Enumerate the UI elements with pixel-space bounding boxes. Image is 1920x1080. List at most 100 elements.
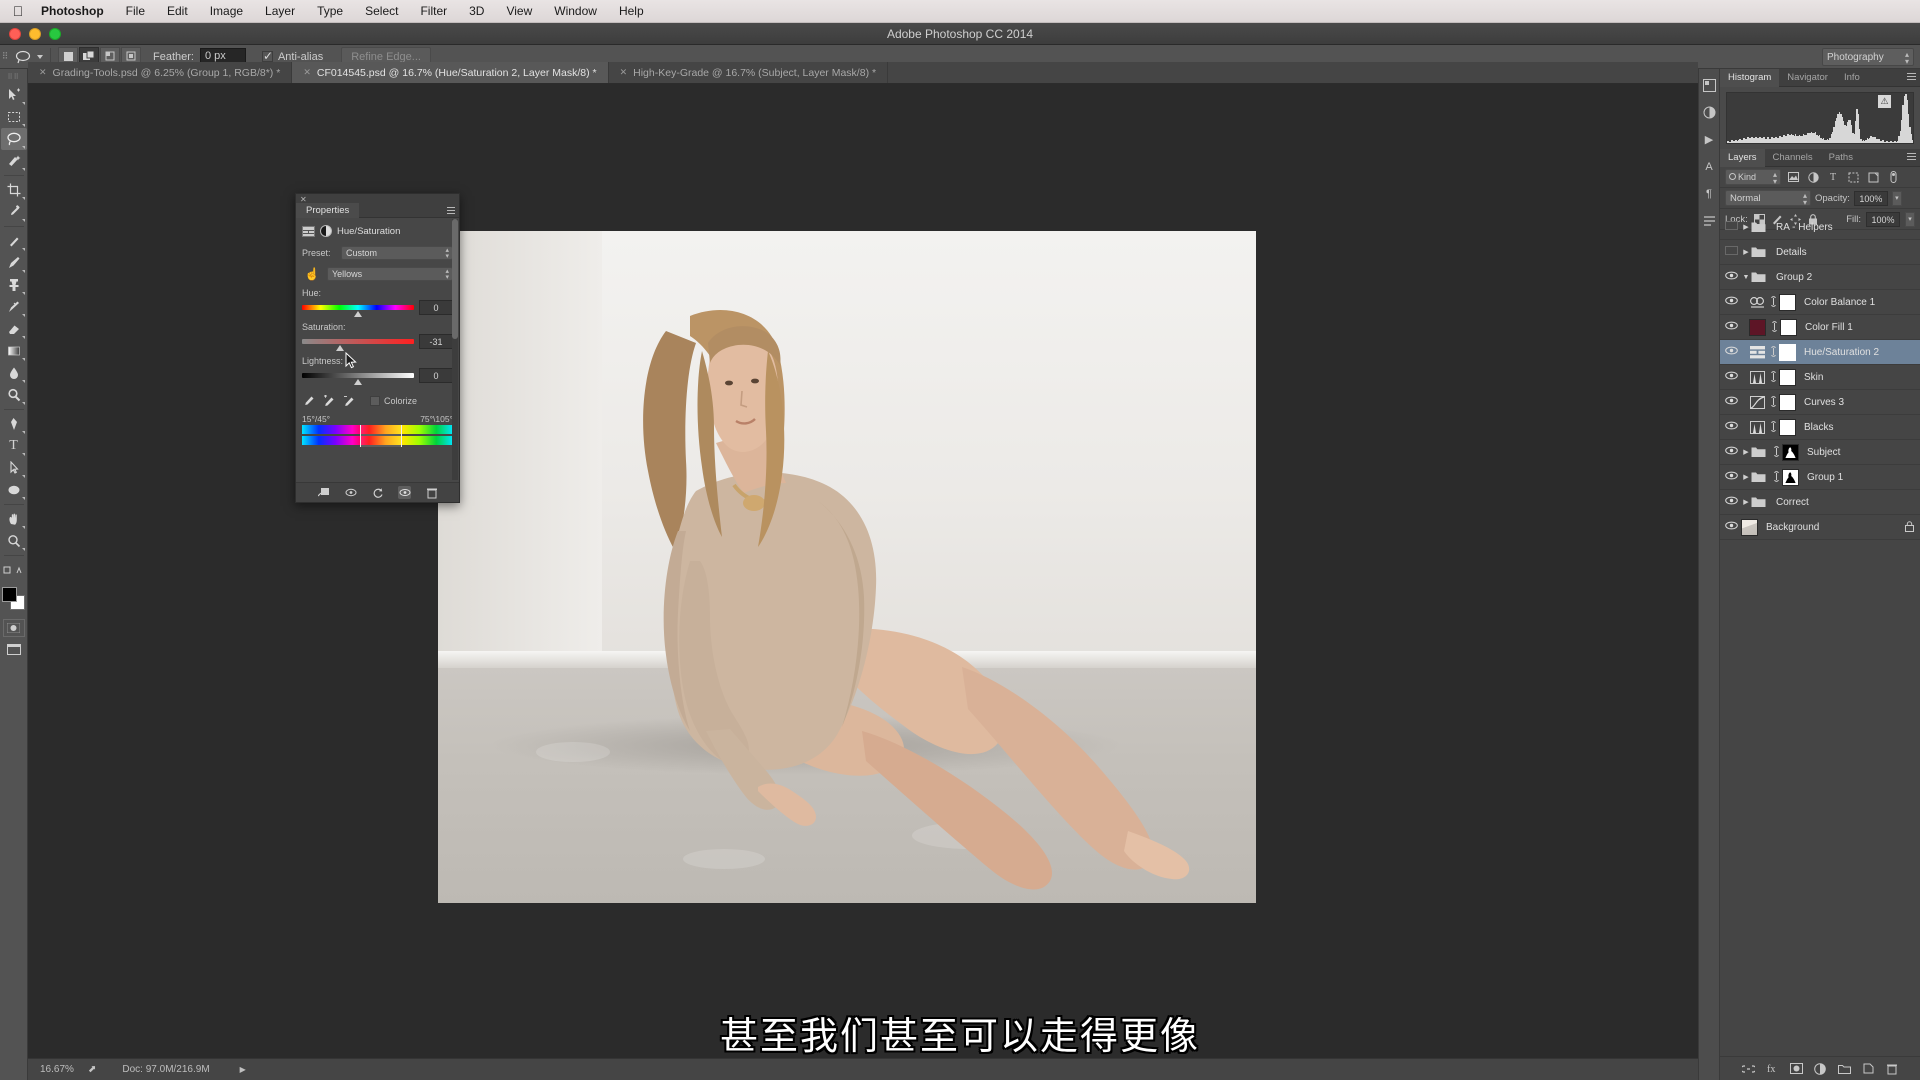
- opacity-stepper-icon[interactable]: ▾: [1892, 191, 1902, 206]
- menu-window[interactable]: Window: [543, 0, 608, 23]
- type-icon[interactable]: T: [1, 435, 27, 457]
- type-filter-icon[interactable]: T: [1825, 169, 1841, 185]
- gradient-icon[interactable]: [1, 340, 27, 362]
- saturation-slider-row[interactable]: -31: [302, 334, 453, 350]
- menu-image[interactable]: Image: [199, 0, 254, 23]
- visibility-off-icon[interactable]: [1722, 246, 1741, 258]
- layer-row[interactable]: ▶Details: [1720, 240, 1920, 265]
- menu-layer[interactable]: Layer: [254, 0, 306, 23]
- tab-properties[interactable]: Properties: [296, 203, 359, 218]
- eyedropper-subtract-icon[interactable]: [342, 394, 355, 407]
- saturation-slider-knob[interactable]: [336, 345, 344, 351]
- layer-list[interactable]: ▶RA - Helpers▶Details▼Group 2Color Balan…: [1720, 215, 1920, 1056]
- colorize-checkbox[interactable]: [370, 396, 380, 406]
- new-layer-icon[interactable]: [1861, 1062, 1875, 1076]
- dodge-icon[interactable]: [1, 384, 27, 406]
- shape-icon[interactable]: [1, 479, 27, 501]
- tab-layers[interactable]: Layers: [1720, 149, 1765, 167]
- menu-photoshop[interactable]: Photoshop: [30, 0, 115, 23]
- clip-to-layer-icon[interactable]: [317, 486, 330, 499]
- add-mask-icon[interactable]: [1789, 1062, 1803, 1076]
- channel-select[interactable]: Yellows ▴▾: [327, 267, 453, 281]
- link-mask-icon[interactable]: [1768, 421, 1779, 434]
- history-brush-icon[interactable]: [1, 296, 27, 318]
- layer-row[interactable]: ▶RA - Helpers: [1720, 215, 1920, 240]
- filter-toggle-icon[interactable]: [1885, 169, 1901, 185]
- lightness-slider-row[interactable]: 0: [302, 368, 453, 384]
- on-image-adjust-icon[interactable]: ☝: [302, 266, 322, 282]
- layer-row[interactable]: Background: [1720, 515, 1920, 540]
- character-panel-icon[interactable]: A: [1701, 158, 1718, 175]
- visibility-icon[interactable]: [1722, 446, 1741, 458]
- eyedropper-icon[interactable]: [1, 201, 27, 223]
- new-adjustment-icon[interactable]: [1813, 1062, 1827, 1076]
- layer-mask-thumbnail[interactable]: [1780, 319, 1797, 336]
- blend-mode-select[interactable]: Normal ▴▾: [1725, 190, 1811, 206]
- saturation-slider-track[interactable]: [302, 339, 414, 344]
- chevron-right-icon[interactable]: ▶: [1741, 448, 1751, 456]
- smart-object-filter-icon[interactable]: [1865, 169, 1881, 185]
- canvas-area[interactable]: [28, 84, 1698, 1058]
- visibility-icon[interactable]: [1722, 371, 1741, 383]
- layer-row[interactable]: Color Fill 1: [1720, 315, 1920, 340]
- menu-help[interactable]: Help: [608, 0, 655, 23]
- link-mask-icon[interactable]: [1771, 471, 1782, 484]
- clone-stamp-icon[interactable]: [1, 274, 27, 296]
- tab-histogram[interactable]: Histogram: [1720, 69, 1779, 87]
- eraser-icon[interactable]: [1, 318, 27, 340]
- zoom-icon[interactable]: [1, 530, 27, 552]
- visibility-icon[interactable]: [1722, 421, 1741, 433]
- layer-mask-thumbnail[interactable]: [1779, 394, 1796, 411]
- opacity-value[interactable]: 100%: [1854, 191, 1888, 206]
- foreground-color-swatch[interactable]: [2, 587, 17, 602]
- more-tools-icon[interactable]: [1, 559, 27, 581]
- adjustment-filter-icon[interactable]: [1805, 169, 1821, 185]
- color-swatches[interactable]: [1, 587, 27, 613]
- visibility-icon[interactable]: [1722, 521, 1741, 533]
- curves-icon[interactable]: [1749, 394, 1766, 411]
- link-mask-icon[interactable]: [1769, 321, 1780, 334]
- screen-mode-icon[interactable]: [3, 641, 25, 657]
- properties-panel[interactable]: ✕ Properties Hue/Saturation Preset: Cust…: [295, 193, 460, 503]
- panel-menu-icon[interactable]: [447, 207, 455, 216]
- menu-file[interactable]: File: [115, 0, 156, 23]
- options-grip-icon[interactable]: ⠿: [0, 45, 10, 69]
- chevron-right-icon[interactable]: ▶: [1741, 248, 1751, 256]
- hue-saturation-icon[interactable]: [1749, 344, 1766, 361]
- link-mask-icon[interactable]: [1771, 446, 1782, 459]
- layer-row[interactable]: ▶Subject: [1720, 440, 1920, 465]
- antialias-checkbox-wrap[interactable]: Anti-alias: [262, 51, 323, 63]
- menu-filter[interactable]: Filter: [409, 0, 458, 23]
- workspace-selector[interactable]: Photography ▴▾: [1822, 48, 1914, 66]
- layer-mask-thumbnail[interactable]: [1782, 444, 1799, 461]
- zoom-level[interactable]: 16.67%: [28, 1064, 88, 1075]
- menu-edit[interactable]: Edit: [156, 0, 199, 23]
- colorize-row[interactable]: Colorize: [370, 396, 417, 406]
- toggle-visibility-icon[interactable]: [398, 486, 411, 499]
- chevron-right-icon[interactable]: ▶: [1741, 223, 1751, 231]
- lightness-slider-track[interactable]: [302, 373, 414, 378]
- menu-type[interactable]: Type: [306, 0, 354, 23]
- move-icon[interactable]: [1, 84, 27, 106]
- delete-icon[interactable]: [425, 486, 438, 499]
- link-mask-icon[interactable]: [1768, 396, 1779, 409]
- levels-icon[interactable]: [1749, 419, 1766, 436]
- visibility-icon[interactable]: [1722, 496, 1741, 508]
- panel-menu-icon[interactable]: [1907, 73, 1916, 82]
- color-fill-thumbnail[interactable]: [1749, 319, 1766, 336]
- visibility-icon[interactable]: [1722, 471, 1741, 483]
- path-select-icon[interactable]: [1, 457, 27, 479]
- visibility-off-icon[interactable]: [1722, 221, 1741, 233]
- histogram-warning-icon[interactable]: ⚠: [1878, 95, 1891, 108]
- quick-select-icon[interactable]: [1, 150, 27, 172]
- share-icon[interactable]: ⬈: [88, 1064, 96, 1075]
- layer-row[interactable]: Skin: [1720, 365, 1920, 390]
- lasso-icon[interactable]: [1, 128, 27, 150]
- layer-filter-kind-select[interactable]: Kind ▴▾: [1725, 169, 1781, 185]
- hue-value[interactable]: 0: [419, 300, 453, 315]
- layer-mask-thumbnail[interactable]: [1779, 419, 1796, 436]
- link-mask-icon[interactable]: [1768, 346, 1779, 359]
- tab-channels[interactable]: Channels: [1765, 149, 1821, 167]
- reset-icon[interactable]: [371, 486, 384, 499]
- lightness-value[interactable]: 0: [419, 368, 453, 383]
